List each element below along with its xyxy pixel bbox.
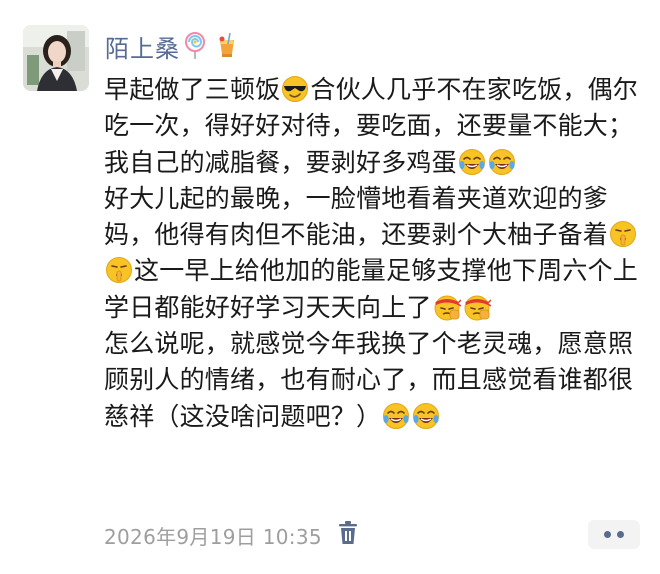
avatar[interactable] [23,25,89,91]
post-text: 怎么说呢，就感觉今年我换了个老灵魂，愿意照顾别人的情绪，也有耐心了，而且感觉看谁… [104,329,634,431]
post-text: 这一早上给他加的能量足够支撑他下周六个上学日都能好好学习天天向上了 [104,256,639,322]
shushing-emoji [105,256,133,284]
tears-of-joy-emoji [412,402,440,430]
headband-fist-emoji [463,293,491,321]
more-dots-icon [617,531,624,538]
post-text: 好大儿起的最晚，一脸懵地看着夹道欢迎的爹妈，他得有肉但不能油，还要剥个大柚子备着 [104,183,609,250]
username[interactable]: 陌上桑 [105,29,180,64]
lollipop-icon [185,32,205,59]
headband-fist-emoji [433,293,461,321]
tears-of-joy-emoji [458,148,486,176]
post-paragraph-3: 怎么说呢，就感觉今年我换了个老灵魂，愿意照顾别人的情绪，也有耐心了，而且感觉看谁… [104,326,649,435]
username-row: 陌上桑 [105,26,238,66]
more-dots-icon [604,531,611,538]
shushing-emoji [609,220,637,248]
post-timestamp: 2026年9月19日 10:35 [104,525,322,549]
woman-portrait-avatar-icon [23,25,89,91]
sunglasses-emoji [281,75,309,103]
post-paragraph-2: 好大儿起的最晚，一脸懵地看着夹道欢迎的爹妈，他得有肉但不能油，还要剥个大柚子备着… [104,181,649,326]
more-button[interactable] [588,520,640,549]
trash-icon[interactable] [337,520,359,546]
tears-of-joy-emoji [488,148,516,176]
post-text: 早起做了三顿饭 [104,75,281,104]
tears-of-joy-emoji [382,402,410,430]
post-body: 早起做了三顿饭 合伙人几乎不在家吃饭，偶尔吃一次，得好好对待，要吃面，还要量不能大… [104,72,649,435]
cocktail-icon [219,32,234,57]
post-paragraph-1: 早起做了三顿饭 合伙人几乎不在家吃饭，偶尔吃一次，得好好对待，要吃面，还要量不能大… [104,72,649,181]
